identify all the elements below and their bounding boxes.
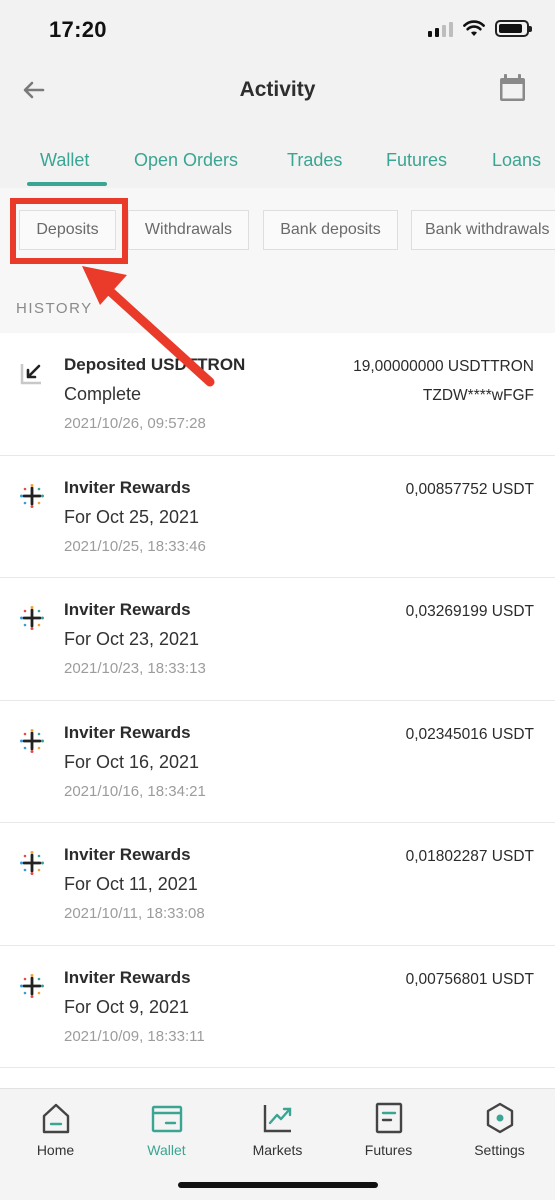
row-status: Complete	[64, 384, 142, 404]
history-row[interactable]: Inviter Rewards For Oct 23, 2021 2021/10…	[0, 578, 555, 701]
filter-chip-deposits[interactable]: Deposits	[19, 210, 116, 250]
history-row[interactable]: Inviter Rewards For Oct 11, 2021 2021/10…	[0, 823, 555, 946]
rewards-plus-icon	[20, 851, 44, 875]
nav-label-home: Home	[36, 1142, 75, 1158]
row-timestamp: 2021/10/09, 18:33:11	[64, 1027, 205, 1045]
row-timestamp: 2021/10/23, 18:33:13	[64, 660, 206, 677]
row-subtitle: For Oct 9, 2021	[64, 996, 190, 1017]
rewards-plus-icon	[20, 483, 44, 508]
futures-icon	[375, 1102, 402, 1134]
row-amount: 0,00756801 USDT	[405, 970, 534, 988]
app-header: Activity Wallet Open Orders Trades Futur…	[0, 60, 555, 188]
settings-icon	[486, 1102, 513, 1134]
tab-futures[interactable]: Futures	[386, 150, 447, 171]
row-timestamp: 2021/10/16, 18:34:21	[64, 782, 206, 800]
rewards-plus-icon	[20, 973, 44, 998]
row-timestamp: 2021/10/26, 09:57:28	[64, 415, 206, 432]
nav-item-settings[interactable]: Settings	[444, 1097, 555, 1167]
row-amount: 19,00000000 USDTTRON	[353, 358, 534, 375]
filter-chip-bank-deposits[interactable]: Bank deposits	[263, 210, 398, 250]
status-time: 17:20	[49, 17, 107, 42]
history-row[interactable]: Inviter Rewards For Oct 9, 2021 2021/10/…	[0, 945, 555, 1068]
filter-bar: Deposits Withdrawals Bank deposits Bank …	[0, 188, 555, 273]
row-title: Inviter Rewards	[64, 722, 191, 742]
row-subtitle: For Oct 16, 2021	[64, 751, 200, 772]
nav-item-home[interactable]: Home	[0, 1097, 111, 1167]
status-icons	[428, 20, 532, 37]
history-label: HISTORY	[16, 300, 93, 317]
markets-icon	[263, 1105, 291, 1133]
nav-label-wallet: Wallet	[147, 1142, 186, 1158]
row-timestamp: 2021/10/25, 18:33:46	[64, 537, 206, 555]
home-indicator	[178, 1182, 378, 1188]
tab-loans[interactable]: Loans	[492, 150, 541, 171]
tab-wallet[interactable]: Wallet	[40, 150, 89, 171]
history-row[interactable]: Inviter Rewards For Oct 16, 2021 2021/10…	[0, 700, 555, 823]
row-amount: 0,00857752 USDT	[405, 480, 534, 498]
row-address: TZDW****wFGF	[422, 387, 534, 404]
battery-icon	[495, 20, 532, 37]
cellular-signal-icon	[428, 21, 453, 37]
history-row[interactable]: Inviter Rewards For Oct 25, 2021 2021/10…	[0, 455, 555, 578]
history-list: Deposited USDTTRON Complete 2021/10/26, …	[0, 333, 555, 1068]
nav-item-wallet[interactable]: Wallet	[111, 1097, 222, 1167]
nav-item-futures[interactable]: Futures	[333, 1097, 444, 1167]
tab-trades[interactable]: Trades	[287, 150, 342, 171]
nav-item-markets[interactable]: Markets	[222, 1097, 333, 1167]
deposit-arrow-icon	[20, 364, 41, 385]
row-title: Inviter Rewards	[64, 477, 191, 497]
filter-chip-bank-withdrawals[interactable]: Bank withdrawals	[411, 210, 555, 250]
row-timestamp: 2021/10/11, 18:33:08	[64, 905, 205, 922]
status-bar: 17:20	[0, 0, 555, 60]
home-icon	[42, 1103, 69, 1134]
filter-chip-withdrawals[interactable]: Withdrawals	[128, 210, 249, 250]
row-title: Inviter Rewards	[64, 845, 191, 864]
nav-label-futures: Futures	[364, 1142, 413, 1158]
page-title: Activity	[239, 78, 316, 101]
wallet-icon	[151, 1105, 182, 1133]
activity-tabs: Wallet Open Orders Trades Futures Loans	[0, 138, 555, 188]
row-amount: 0,02345016 USDT	[405, 725, 534, 743]
active-tab-indicator	[27, 182, 107, 186]
tab-open-orders[interactable]: Open Orders	[134, 150, 238, 171]
wifi-icon	[463, 20, 485, 36]
row-subtitle: For Oct 11, 2021	[64, 874, 198, 894]
row-title: Inviter Rewards	[64, 600, 191, 619]
nav-label-markets: Markets	[252, 1142, 303, 1158]
history-row[interactable]: Deposited USDTTRON Complete 2021/10/26, …	[0, 333, 555, 456]
row-subtitle: For Oct 23, 2021	[64, 629, 200, 649]
row-amount: 0,03269199 USDT	[405, 603, 534, 620]
rewards-plus-icon	[20, 728, 44, 753]
nav-label-settings: Settings	[474, 1142, 525, 1158]
row-title: Deposited USDTTRON	[64, 355, 246, 374]
row-subtitle: For Oct 25, 2021	[64, 506, 200, 527]
rewards-plus-icon	[20, 606, 44, 630]
history-section-header: HISTORY	[0, 273, 555, 333]
row-amount: 0,01802287 USDT	[405, 848, 534, 865]
row-title: Inviter Rewards	[64, 967, 191, 987]
calendar-icon[interactable]	[499, 74, 526, 102]
